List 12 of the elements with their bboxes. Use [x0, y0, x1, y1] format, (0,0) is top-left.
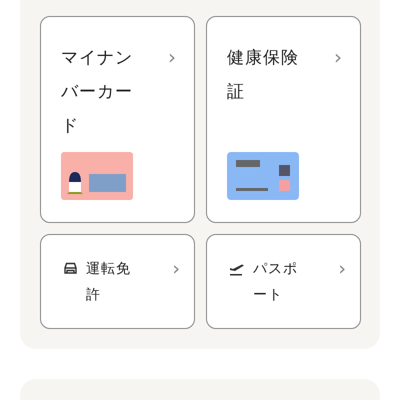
document-card[interactable]: 運転免許 ›: [40, 234, 195, 329]
insurance-card-drawing: [227, 152, 299, 200]
id-card-drawing: [61, 152, 133, 200]
document-card[interactable]: パスポート ›: [206, 234, 361, 329]
plane-icon: [229, 262, 245, 276]
document-card[interactable]: マイナンバーカード ›: [40, 16, 195, 223]
chevron-icon: ›: [334, 41, 342, 73]
car-icon: [63, 262, 78, 274]
chevron-icon: ›: [338, 256, 346, 282]
document-card[interactable]: 健康保険証 ›: [206, 16, 361, 223]
chevron-icon: ›: [172, 256, 180, 282]
chevron-icon: ›: [168, 41, 176, 73]
